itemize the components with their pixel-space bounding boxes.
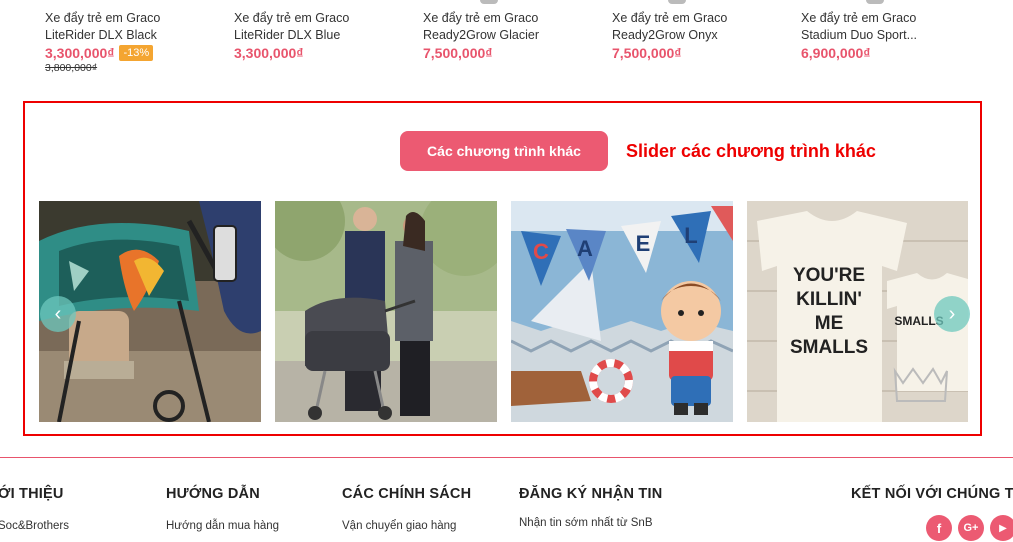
bunting-letter: E xyxy=(636,231,651,256)
footer-newsletter: ĐĂNG KÝ NHẬN TIN Nhận tin sớm nhất từ Sn… xyxy=(519,486,662,529)
slide-sailor-doll[interactable]: C A E L xyxy=(511,201,733,422)
product-card[interactable]: Xe đẩy trẻ em Graco LiteRider DLX Black … xyxy=(45,10,220,74)
product-name[interactable]: LiteRider DLX Black xyxy=(45,27,220,44)
facebook-icon[interactable]: f xyxy=(926,515,952,541)
product-name[interactable]: Xe đẩy trẻ em Graco xyxy=(234,10,409,27)
slider-prev-button[interactable]: ‹ xyxy=(40,296,76,332)
slider-next-button[interactable]: › xyxy=(934,296,970,332)
bunting-letter: C xyxy=(533,239,549,264)
footer-guide-link[interactable]: Hướng dẫn mua hàng xyxy=(166,520,279,532)
footer-divider xyxy=(0,457,1013,458)
footer-policy-title: CÁC CHÍNH SÁCH xyxy=(342,486,472,502)
other-programs-slider: Các chương trình khác Slider các chương … xyxy=(23,101,982,436)
product-image-edge xyxy=(668,0,686,4)
bunting-letter: A xyxy=(577,236,593,261)
product-card[interactable]: Xe đẩy trẻ em Graco Stadium Duo Sport...… xyxy=(801,10,951,61)
product-price: 7,500,000₫ xyxy=(423,45,493,61)
product-price: 3,300,000₫ xyxy=(234,45,304,61)
product-strip: Xe đẩy trẻ em Graco LiteRider DLX Black … xyxy=(0,0,1013,100)
footer-about-title: ỚI THIỆU xyxy=(0,486,64,502)
bunting-letter: L xyxy=(684,223,697,248)
product-name[interactable]: Xe đẩy trẻ em Graco xyxy=(801,10,951,27)
product-name[interactable]: Ready2Grow Onyx xyxy=(612,27,787,44)
footer-guide-title: HƯỚNG DẪN xyxy=(166,486,260,502)
footer-policy: CÁC CHÍNH SÁCH Vận chuyển giao hàng xyxy=(342,486,471,532)
shirt-text-line: KILLIN' xyxy=(796,289,862,310)
sailor-doll-bunting-photo: C A E L xyxy=(511,201,733,422)
product-image-edge xyxy=(480,0,498,4)
footer-guide: HƯỚNG DẪN Hướng dẫn mua hàng xyxy=(166,486,279,532)
youtube-icon[interactable]: ▶ xyxy=(990,515,1013,541)
footer-policy-link[interactable]: Vận chuyển giao hàng xyxy=(342,520,471,532)
footer-about-link[interactable]: Soc&Brothers xyxy=(0,520,69,532)
product-name[interactable]: Xe đẩy trẻ em Graco xyxy=(423,10,598,27)
discount-badge: -13% xyxy=(119,45,154,61)
footer-newsletter-title: ĐĂNG KÝ NHẬN TIN xyxy=(519,486,663,502)
product-card[interactable]: Xe đẩy trẻ em Graco LiteRider DLX Blue 3… xyxy=(234,10,409,61)
shirt-text-line: SMALLS xyxy=(790,337,868,358)
slider-annotation: Slider các chương trình khác xyxy=(626,141,876,161)
footer-connect: KẾT NỐI VỚI CHÚNG TÔ xyxy=(851,486,1013,502)
footer-newsletter-text: Nhận tin sớm nhất từ SnB xyxy=(519,517,653,529)
product-name[interactable]: Stadium Duo Sport... xyxy=(801,27,951,44)
couple-with-pram-photo xyxy=(275,201,497,422)
slide-couple-pram[interactable] xyxy=(275,201,497,422)
product-name[interactable]: LiteRider DLX Blue xyxy=(234,27,409,44)
product-price: 6,900,000₫ xyxy=(801,45,871,61)
product-image-edge xyxy=(866,0,884,4)
other-programs-button[interactable]: Các chương trình khác xyxy=(400,131,608,171)
product-old-price: 3,800,000₫ xyxy=(45,62,98,74)
footer-about: ỚI THIỆU Soc&Brothers xyxy=(0,486,69,532)
footer-connect-title: KẾT NỐI VỚI CHÚNG TÔ xyxy=(851,486,1013,502)
product-name[interactable]: Ready2Grow Glacier xyxy=(423,27,598,44)
shirt-text-line: YOU'RE xyxy=(793,265,865,286)
google-plus-icon[interactable]: G+ xyxy=(958,515,984,541)
product-card[interactable]: Xe đẩy trẻ em Graco Ready2Grow Onyx 7,50… xyxy=(612,10,787,61)
product-price: 7,500,000₫ xyxy=(612,45,682,61)
product-name[interactable]: Xe đẩy trẻ em Graco xyxy=(612,10,787,27)
product-card[interactable]: Xe đẩy trẻ em Graco Ready2Grow Glacier 7… xyxy=(423,10,598,61)
shirt-text-line: ME xyxy=(815,313,844,334)
product-price: 3,300,000₫ xyxy=(45,45,115,61)
product-name[interactable]: Xe đẩy trẻ em Graco xyxy=(45,10,220,27)
